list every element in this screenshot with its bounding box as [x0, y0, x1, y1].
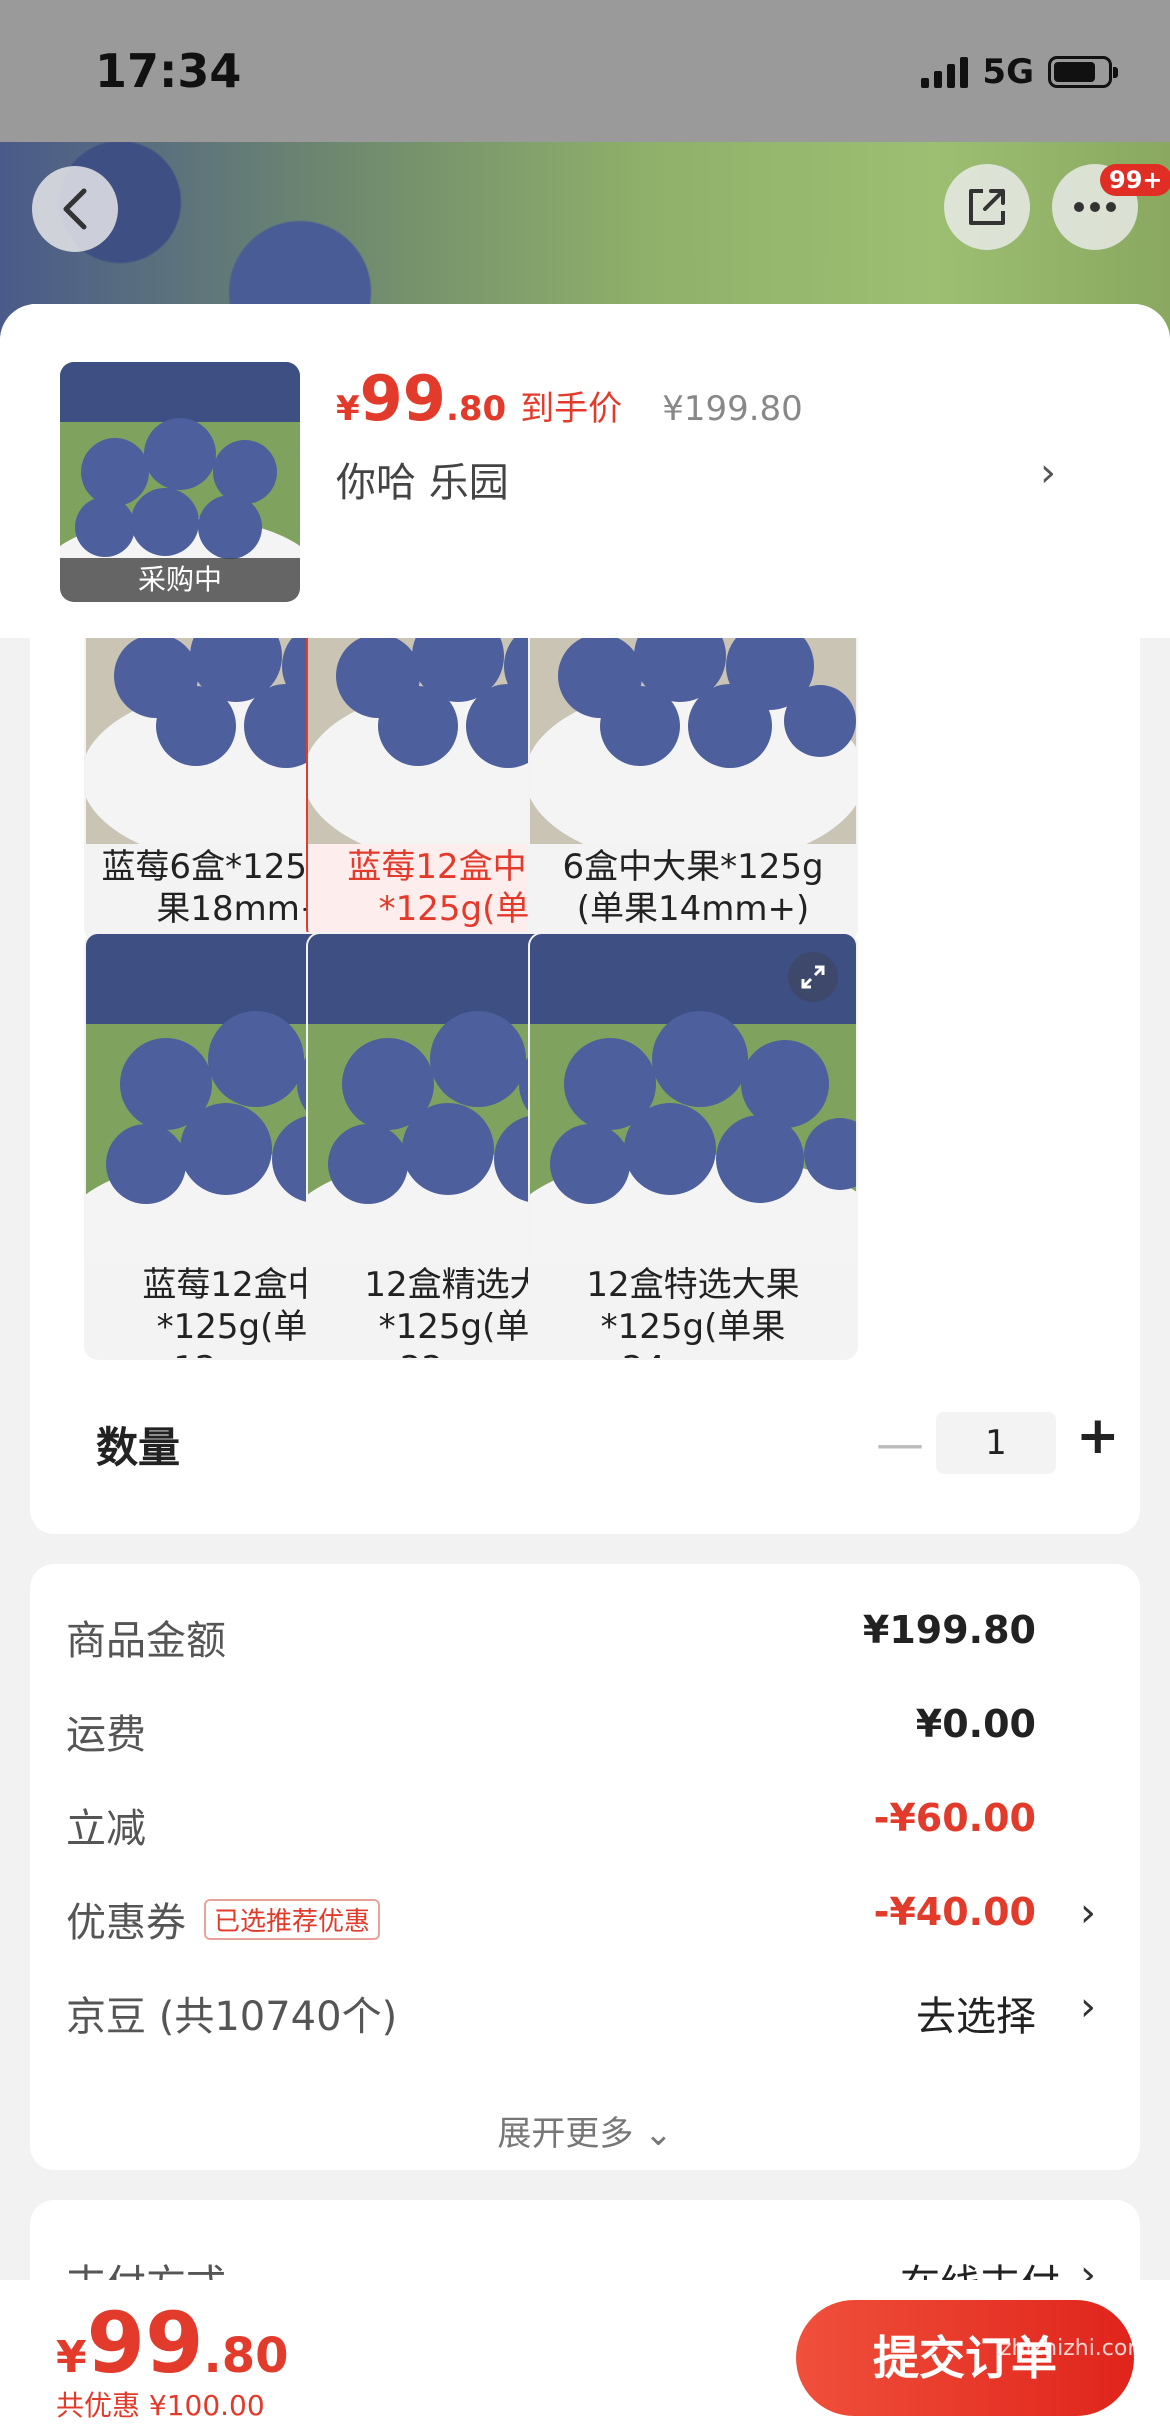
chevron-right-icon: › — [1040, 450, 1056, 496]
message-badge: 99+ — [1100, 164, 1170, 196]
chevron-down-icon: ⌄ — [644, 2114, 673, 2154]
expand-image-button[interactable] — [788, 952, 838, 1002]
sku-option[interactable]: 12盒特选大果 *125g(单果24mm... — [528, 932, 858, 1360]
chevron-right-icon: › — [1080, 1890, 1096, 1936]
original-price: ¥199.80 — [662, 389, 803, 429]
goods-amount-value: ¥199.80 — [862, 1608, 1036, 1652]
price-symbol: ¥ — [336, 389, 360, 429]
address-selector[interactable]: 你哈 乐园 › — [336, 450, 1056, 508]
status-time: 17:34 — [95, 44, 242, 98]
sku-header: 采购中 ¥ 99 .80 到手价 ¥199.80 你哈 乐园 › — [0, 304, 1170, 638]
final-price-tag: 到手价 — [520, 389, 623, 429]
back-button[interactable] — [32, 166, 118, 252]
total-price: ¥ 99 .80 — [56, 2294, 289, 2392]
thumbnail-status-label: 采购中 — [60, 558, 300, 602]
goods-amount-row: 商品金额 ¥199.80 — [66, 1608, 1106, 1668]
total-price-integer: 99 — [86, 2294, 204, 2392]
watermark: zhizhizhi.com — [1000, 2336, 1149, 2361]
shipping-row: 运费 ¥0.00 — [66, 1702, 1106, 1762]
sku-option-label: 12盒特选大果 *125g(单果24mm... — [586, 1265, 800, 1358]
total-savings: 共优惠 ¥100.00 — [56, 2389, 265, 2422]
jd-beans-row[interactable]: 京豆 (共10740个) 去选择 › — [66, 1984, 1106, 2044]
coupon-value: -¥40.00 — [873, 1890, 1036, 1934]
jd-beans-label: 京豆 (共10740个) — [66, 1994, 398, 2040]
sku-sheet: 蓝莓6盒*125g（单 果18mm+) 蓝莓12盒中大果 *125g(单果14m… — [0, 304, 1170, 2430]
address-text: 你哈 乐园 — [336, 460, 509, 506]
sku-option-image — [530, 934, 856, 1262]
order-summary: 商品金额 ¥199.80 运费 ¥0.00 立减 -¥60.00 优惠券 已选推荐… — [30, 1564, 1140, 2170]
sku-option-label: 6盒中大果*125g (单果14mm+) — [562, 847, 824, 929]
chevron-right-icon: › — [1080, 1984, 1096, 2030]
expand-more-button[interactable]: 展开更多 ⌄ — [30, 2106, 1140, 2155]
battery-icon — [1048, 56, 1118, 88]
signal-icon — [921, 56, 969, 88]
total-price-decimal: .80 — [203, 2328, 289, 2384]
jd-beans-value: 去选择 — [916, 1994, 1036, 2040]
shipping-label: 运费 — [66, 1712, 146, 1758]
network-type: 5G — [982, 52, 1034, 92]
status-bar: 17:34 5G — [0, 0, 1170, 142]
coupon-label: 优惠券 — [66, 1900, 186, 1946]
quantity-increase-button[interactable]: + — [1076, 1406, 1120, 1466]
share-button[interactable] — [944, 164, 1030, 250]
discount-label: 立减 — [66, 1806, 146, 1852]
discount-row: 立减 -¥60.00 — [66, 1796, 1106, 1856]
shipping-value: ¥0.00 — [915, 1702, 1036, 1746]
share-icon — [969, 189, 1005, 225]
discount-value: -¥60.00 — [873, 1796, 1036, 1840]
quantity-decrease-button[interactable]: — — [876, 1416, 924, 1472]
coupon-tag: 已选推荐优惠 — [204, 1899, 381, 1940]
total-price-symbol: ¥ — [56, 2332, 87, 2383]
checkout-bar: ¥ 99 .80 共优惠 ¥100.00 提交订单 — [0, 2280, 1170, 2430]
sku-price: ¥ 99 .80 到手价 ¥199.80 — [336, 362, 803, 435]
sku-thumbnail: 采购中 — [60, 362, 300, 602]
quantity-input[interactable]: 1 — [936, 1412, 1056, 1474]
expand-icon — [801, 965, 825, 989]
price-integer: 99 — [359, 362, 446, 435]
quantity-label: 数量 — [96, 1423, 181, 1472]
coupon-row[interactable]: 优惠券 已选推荐优惠 -¥40.00 › — [66, 1890, 1106, 1950]
chevron-left-icon — [63, 188, 87, 230]
price-decimal: .80 — [445, 389, 507, 429]
more-dots-icon — [1074, 202, 1116, 212]
goods-amount-label: 商品金额 — [66, 1618, 226, 1664]
status-icons: 5G — [921, 52, 1118, 92]
expand-more-label: 展开更多 — [497, 2114, 634, 2154]
